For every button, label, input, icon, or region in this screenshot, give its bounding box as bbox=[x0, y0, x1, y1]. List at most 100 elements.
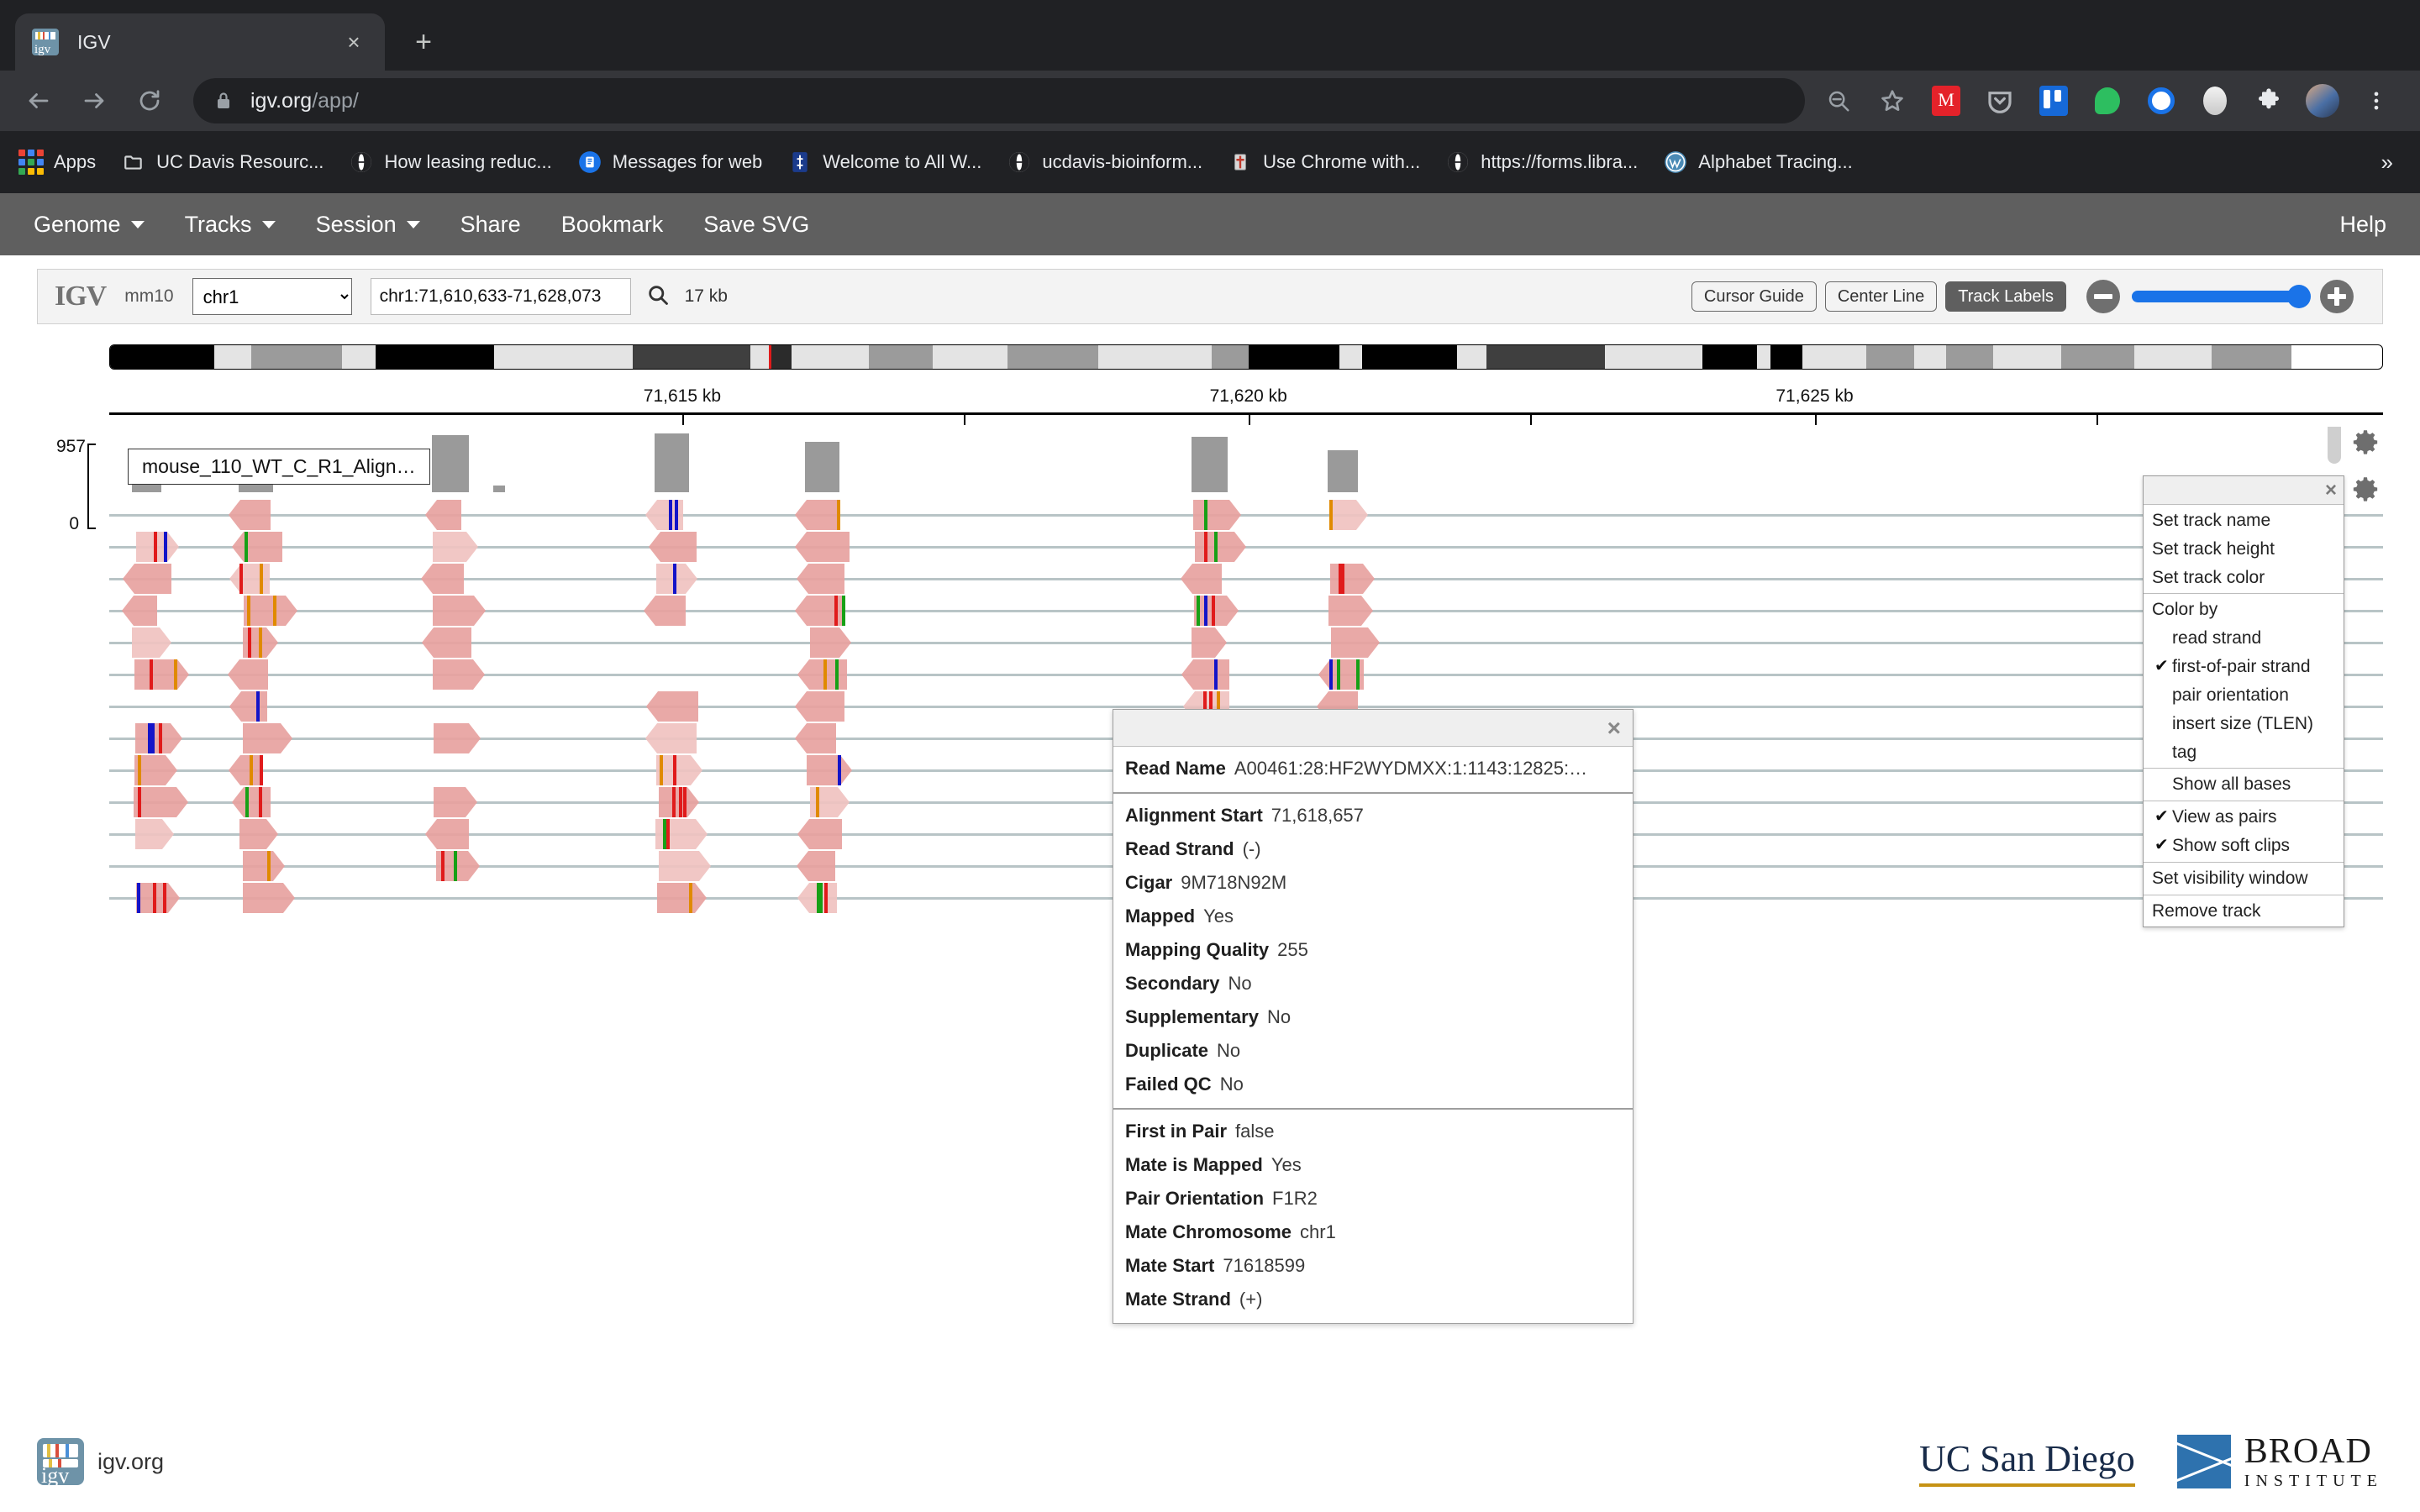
evernote-extension-icon[interactable] bbox=[2084, 77, 2131, 124]
alignment-read[interactable] bbox=[134, 659, 177, 690]
alignment-read[interactable] bbox=[437, 500, 462, 530]
alignment-read[interactable] bbox=[808, 851, 835, 881]
alignment-read[interactable] bbox=[807, 691, 844, 722]
cursor-guide-toggle[interactable]: Cursor Guide bbox=[1691, 281, 1817, 312]
alignment-read[interactable] bbox=[657, 723, 697, 753]
track-menu-item[interactable]: tag bbox=[2144, 738, 2344, 767]
alignment-read[interactable] bbox=[807, 532, 850, 562]
alignment-read[interactable] bbox=[1192, 627, 1215, 658]
bookmark-forms-library[interactable]: https://forms.libra... bbox=[1445, 150, 1638, 175]
menu-share[interactable]: Share bbox=[460, 212, 521, 238]
bookmarks-overflow-button[interactable]: » bbox=[2381, 150, 2402, 176]
menu-genome[interactable]: Genome bbox=[34, 212, 145, 238]
alignment-read[interactable] bbox=[655, 596, 686, 626]
alignment-read[interactable] bbox=[809, 883, 837, 913]
coverage-track[interactable] bbox=[109, 433, 2383, 492]
alignment-read[interactable] bbox=[244, 532, 283, 562]
track-menu-item[interactable]: Color by bbox=[2144, 596, 2344, 624]
alignment-read[interactable] bbox=[1330, 564, 1363, 594]
coverage-peak[interactable] bbox=[432, 435, 468, 492]
coverage-peak[interactable] bbox=[493, 486, 505, 492]
track-menu-item[interactable]: insert size (TLEN) bbox=[2144, 710, 2344, 738]
gear-icon[interactable] bbox=[2351, 475, 2380, 504]
bookmark-ucdavis-bioinformatics[interactable]: ucdavis-bioinform... bbox=[1007, 150, 1202, 175]
pocket-extension-icon[interactable] bbox=[1976, 77, 2023, 124]
alignment-read[interactable] bbox=[132, 627, 159, 658]
alignment-read[interactable] bbox=[658, 691, 698, 722]
back-arrow-icon[interactable] bbox=[17, 79, 60, 123]
bookmark-welcome-to-all-w[interactable]: Welcome to All W... bbox=[787, 150, 981, 175]
track-menu-item[interactable]: View as pairs bbox=[2144, 803, 2344, 832]
trello-extension-icon[interactable] bbox=[2030, 77, 2077, 124]
chromosome-ideogram[interactable] bbox=[109, 344, 2383, 370]
alignment-read[interactable] bbox=[243, 883, 283, 913]
bookmark-how-leasing-reduces[interactable]: How leasing reduc... bbox=[349, 150, 551, 175]
honey-extension-icon[interactable] bbox=[2191, 77, 2238, 124]
menu-session[interactable]: Session bbox=[316, 212, 420, 238]
alignment-read[interactable] bbox=[433, 596, 474, 626]
coverage-peak[interactable] bbox=[1328, 450, 1357, 492]
alignment-read[interactable] bbox=[655, 819, 696, 849]
alignment-read[interactable] bbox=[437, 819, 470, 849]
zoom-in-button[interactable] bbox=[2320, 280, 2354, 313]
alignment-read[interactable] bbox=[1193, 659, 1229, 690]
track-menu-item[interactable]: Show all bases bbox=[2144, 770, 2344, 799]
coverage-peak[interactable] bbox=[655, 433, 689, 492]
track-menu-item[interactable]: first-of-pair strand bbox=[2144, 653, 2344, 681]
menu-tracks[interactable]: Tracks bbox=[185, 212, 276, 238]
track-menu-item[interactable]: Set track color bbox=[2144, 564, 2344, 592]
track-menu-item[interactable]: Show soft clips bbox=[2144, 832, 2344, 860]
genomic-ruler[interactable]: 71,615 kb71,620 kb71,625 kb bbox=[37, 370, 2383, 427]
new-tab-button[interactable]: + bbox=[400, 18, 447, 66]
locus-input[interactable] bbox=[371, 278, 631, 315]
alignment-read[interactable] bbox=[810, 787, 838, 817]
alignment-read[interactable] bbox=[809, 659, 847, 690]
chrome-menu-kebab-icon[interactable] bbox=[2353, 77, 2400, 124]
close-icon[interactable]: × bbox=[2325, 480, 2337, 501]
close-icon[interactable]: × bbox=[339, 28, 368, 56]
forward-arrow-icon[interactable] bbox=[72, 79, 116, 123]
read-info-popup[interactable]: × Read NameA00461:28:HF2WYDMXX:1:1143:12… bbox=[1113, 709, 1634, 1324]
alignment-read[interactable] bbox=[810, 627, 839, 658]
grammarly-extension-icon[interactable] bbox=[2138, 77, 2185, 124]
alignment-read[interactable] bbox=[433, 564, 464, 594]
bookmark-apps[interactable]: Apps bbox=[18, 150, 96, 175]
gear-icon[interactable] bbox=[2351, 428, 2380, 457]
track-menu-item[interactable]: Set track name bbox=[2144, 507, 2344, 535]
center-line-toggle[interactable]: Center Line bbox=[1825, 281, 1937, 312]
alignment-read[interactable] bbox=[659, 851, 698, 881]
reload-icon[interactable] bbox=[128, 79, 171, 123]
bookmark-messages-for-web[interactable]: Messages for web bbox=[577, 150, 763, 175]
alignment-read[interactable] bbox=[241, 691, 267, 722]
alignment-read[interactable] bbox=[434, 627, 471, 658]
extensions-puzzle-icon[interactable] bbox=[2245, 77, 2292, 124]
alignment-read[interactable] bbox=[240, 500, 271, 530]
bookmark-star-icon[interactable] bbox=[1869, 77, 1916, 124]
alignment-read[interactable] bbox=[239, 659, 269, 690]
alignment-read[interactable] bbox=[808, 564, 844, 594]
track-menu-item[interactable]: read strand bbox=[2144, 624, 2344, 653]
coverage-peak[interactable] bbox=[1192, 437, 1228, 492]
track-menu-item[interactable]: Set visibility window bbox=[2144, 864, 2344, 893]
alignment-read[interactable] bbox=[656, 564, 686, 594]
menu-save-svg[interactable]: Save SVG bbox=[703, 212, 809, 238]
bookmark-alphabet-tracing[interactable]: Alphabet Tracing... bbox=[1663, 150, 1852, 175]
close-icon[interactable]: × bbox=[1607, 717, 1621, 740]
track-name-label[interactable]: mouse_110_WT_C_R1_Align… bbox=[128, 449, 430, 485]
alignment-read[interactable] bbox=[434, 787, 466, 817]
alignment-read[interactable] bbox=[807, 723, 836, 753]
alignment-read[interactable] bbox=[807, 755, 840, 785]
alignment-read[interactable] bbox=[807, 500, 839, 530]
alignment-read[interactable] bbox=[1328, 596, 1361, 626]
mendeley-extension-icon[interactable]: M bbox=[1923, 77, 1970, 124]
alignment-read[interactable] bbox=[134, 596, 156, 626]
chromosome-select[interactable]: chr1 bbox=[192, 278, 352, 315]
menu-help[interactable]: Help bbox=[2339, 212, 2386, 238]
alignment-read[interactable] bbox=[809, 819, 842, 849]
coverage-peak[interactable] bbox=[805, 442, 839, 492]
track-menu-item[interactable]: Remove track bbox=[2144, 897, 2344, 926]
alignment-read[interactable] bbox=[433, 659, 473, 690]
alignment-read[interactable] bbox=[807, 596, 845, 626]
alignment-read[interactable] bbox=[1193, 500, 1228, 530]
zoom-out-button[interactable] bbox=[2086, 280, 2120, 313]
